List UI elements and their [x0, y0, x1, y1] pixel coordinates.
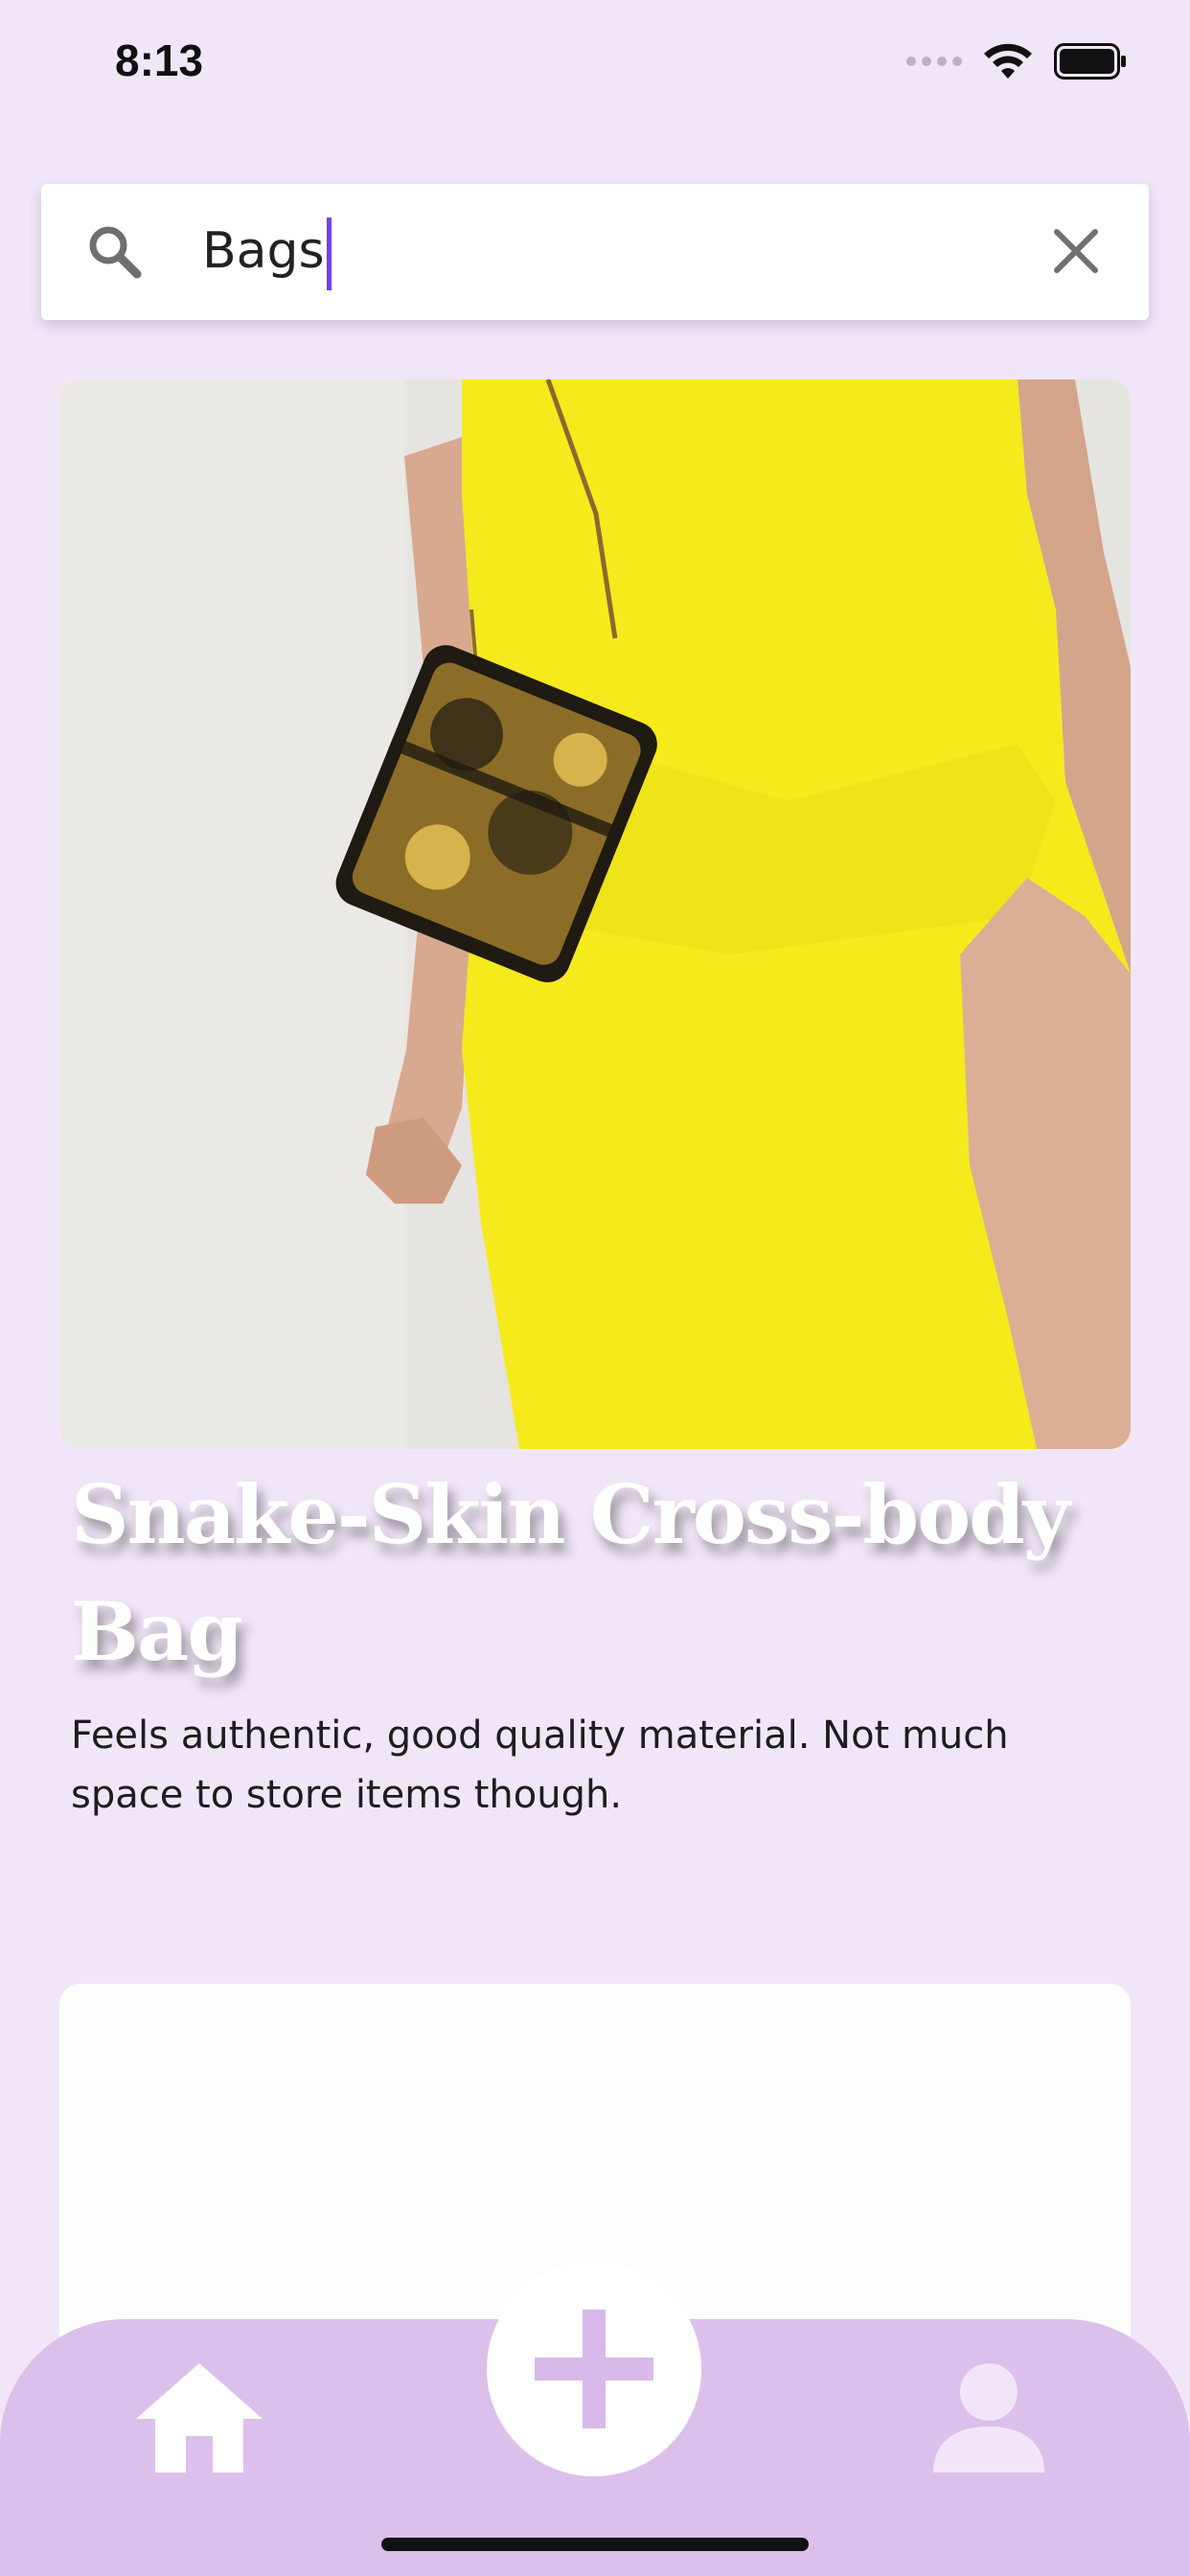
wifi-icon: [983, 42, 1033, 80]
add-button[interactable]: [487, 2262, 701, 2476]
profile-icon[interactable]: [929, 2359, 1048, 2474]
battery-icon: [1054, 43, 1127, 80]
close-icon[interactable]: [1049, 224, 1103, 282]
status-time: 8:13: [115, 35, 204, 85]
search-input[interactable]: Bags: [202, 213, 1045, 290]
product-title[interactable]: Snake-Skin Cross-body Bag: [71, 1457, 1087, 1690]
product-image[interactable]: [59, 380, 1131, 1449]
search-bar[interactable]: Bags: [41, 184, 1149, 320]
home-indicator: [381, 2538, 809, 2551]
text-caret: [326, 218, 332, 290]
search-icon[interactable]: [85, 222, 143, 284]
home-icon[interactable]: [132, 2359, 266, 2474]
signal-icon: [906, 57, 962, 66]
search-input-value: Bags: [202, 222, 325, 280]
product-description: Feels authentic, good quality material. …: [71, 1714, 1009, 1817]
status-icons: [906, 42, 1127, 80]
status-bar: 8:13: [0, 0, 1190, 134]
